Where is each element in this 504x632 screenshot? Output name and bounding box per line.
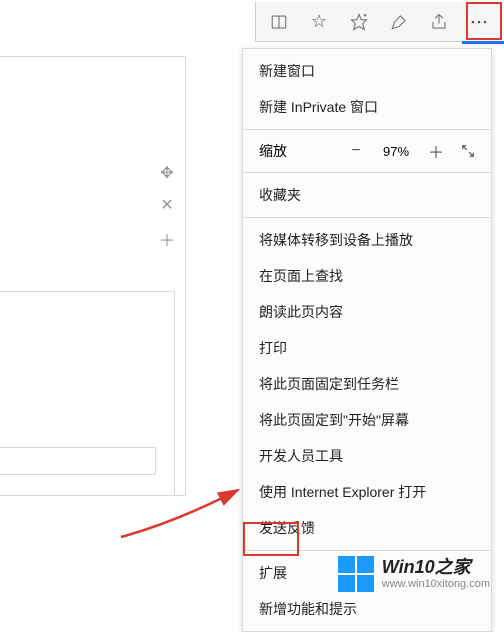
menu-separator xyxy=(243,172,491,173)
drag-controls: ✥ ✕ ＋ xyxy=(155,163,179,251)
add-favorite-icon[interactable] xyxy=(340,4,378,40)
zoom-value: 97% xyxy=(377,144,415,159)
menu-new-window[interactable]: 新建窗口 xyxy=(243,53,491,89)
annotate-icon[interactable] xyxy=(380,4,418,40)
menu-print[interactable]: 打印 xyxy=(243,330,491,366)
watermark-title: Win10之家 xyxy=(382,558,490,578)
menu-pin-start[interactable]: 将此页固定到"开始"屏幕 xyxy=(243,402,491,438)
favorite-star-icon[interactable]: ☆ xyxy=(300,4,338,40)
menu-new-inprivate[interactable]: 新建 InPrivate 窗口 xyxy=(243,89,491,125)
menu-dev-tools[interactable]: 开发人员工具 xyxy=(243,438,491,474)
menu-read-aloud[interactable]: 朗读此页内容 xyxy=(243,294,491,330)
menu-separator xyxy=(243,550,491,551)
menu-find[interactable]: 在页面上查找 xyxy=(243,258,491,294)
move-icon[interactable]: ✥ xyxy=(160,163,173,183)
sub-panel-line xyxy=(0,447,156,475)
watermark: Win10之家 www.win10xitong.com xyxy=(338,556,490,592)
zoom-in-button[interactable]: ＋ xyxy=(425,140,447,162)
fullscreen-icon[interactable] xyxy=(457,140,479,162)
settings-menu: 新建窗口 新建 InPrivate 窗口 缩放 − 97% ＋ 收藏夹 将媒体转… xyxy=(242,48,492,632)
menu-feedback[interactable]: 发送反馈 xyxy=(243,510,491,546)
reading-list-icon[interactable] xyxy=(260,4,298,40)
active-tab-indicator xyxy=(462,41,504,44)
browser-toolbar: ☆ xyxy=(255,2,502,42)
add-icon[interactable]: ＋ xyxy=(159,227,175,251)
zoom-out-button[interactable]: − xyxy=(345,140,367,162)
close-icon[interactable]: ✕ xyxy=(160,195,173,215)
page-content-panel: ✥ ✕ ＋ xyxy=(0,56,186,496)
watermark-url: www.win10xitong.com xyxy=(382,578,490,590)
menu-whats-new[interactable]: 新增功能和提示 xyxy=(243,591,491,627)
menu-separator xyxy=(243,129,491,130)
zoom-label: 缩放 xyxy=(259,141,335,161)
more-icon[interactable] xyxy=(460,4,498,40)
menu-zoom-row: 缩放 − 97% ＋ xyxy=(243,134,491,168)
menu-cast[interactable]: 将媒体转移到设备上播放 xyxy=(243,222,491,258)
menu-open-ie[interactable]: 使用 Internet Explorer 打开 xyxy=(243,474,491,510)
menu-pin-taskbar[interactable]: 将此页面固定到任务栏 xyxy=(243,366,491,402)
menu-separator xyxy=(243,217,491,218)
share-icon[interactable] xyxy=(420,4,458,40)
sub-panel xyxy=(0,291,175,495)
menu-favorites[interactable]: 收藏夹 xyxy=(243,177,491,213)
watermark-logo-icon xyxy=(338,556,374,592)
